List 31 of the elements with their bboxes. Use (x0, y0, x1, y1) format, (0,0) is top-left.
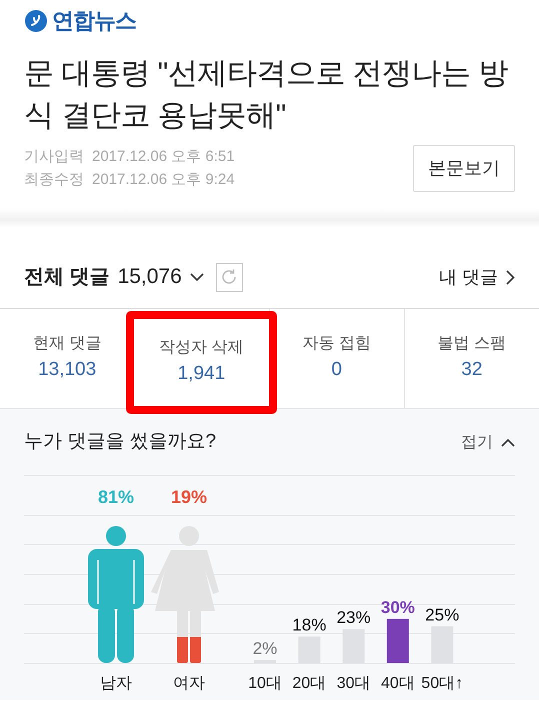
gender-percent: 19% (170, 487, 208, 507)
chevron-up-icon[interactable] (501, 438, 515, 447)
meta-label: 기사입력 (24, 147, 84, 167)
data-label: 30% (380, 598, 415, 617)
my-comments-link[interactable]: 내 댓글 (438, 264, 515, 290)
logo-icon (24, 8, 48, 32)
gender-label: 남자 (100, 675, 132, 692)
age-label: 40대 (381, 675, 415, 692)
collapse-toggle[interactable]: 접기 (461, 430, 515, 454)
meta-label: 최종수정 (24, 170, 84, 190)
chevron-down-icon[interactable] (190, 272, 204, 282)
comment-count: 15,076 (118, 264, 182, 290)
data-label: 25% (425, 605, 460, 624)
data-label: 18% (292, 616, 326, 635)
age-label: 50대↑ (421, 675, 464, 692)
meta-date: 2017.12.06 오후 9:24 (92, 170, 235, 190)
section-title: 누가 댓글을 썼을까요? (24, 430, 216, 454)
stat-item[interactable]: 작성자 삭제 1,941 (126, 311, 276, 414)
age-label: 20대 (292, 675, 326, 692)
chevron-right-icon[interactable] (506, 270, 515, 284)
meta-date: 2017.12.06 오후 6:51 (92, 147, 235, 167)
view-article-button[interactable]: 본문보기 (413, 145, 515, 192)
logo-text: 연합뉴스 (52, 7, 136, 35)
data-label: 2% (252, 639, 278, 658)
age-label: 30대 (336, 675, 370, 692)
age-label: 10대 (248, 675, 282, 692)
comments-title: 전체 댓글 (24, 265, 110, 290)
gender-label: 여자 (173, 675, 205, 692)
article-title: 문 대통령 "선제타격으로 전쟁나는 방식 결단코 용납못해" (24, 56, 509, 134)
gender-percent: 81% (98, 487, 134, 507)
data-label: 23% (336, 608, 371, 628)
